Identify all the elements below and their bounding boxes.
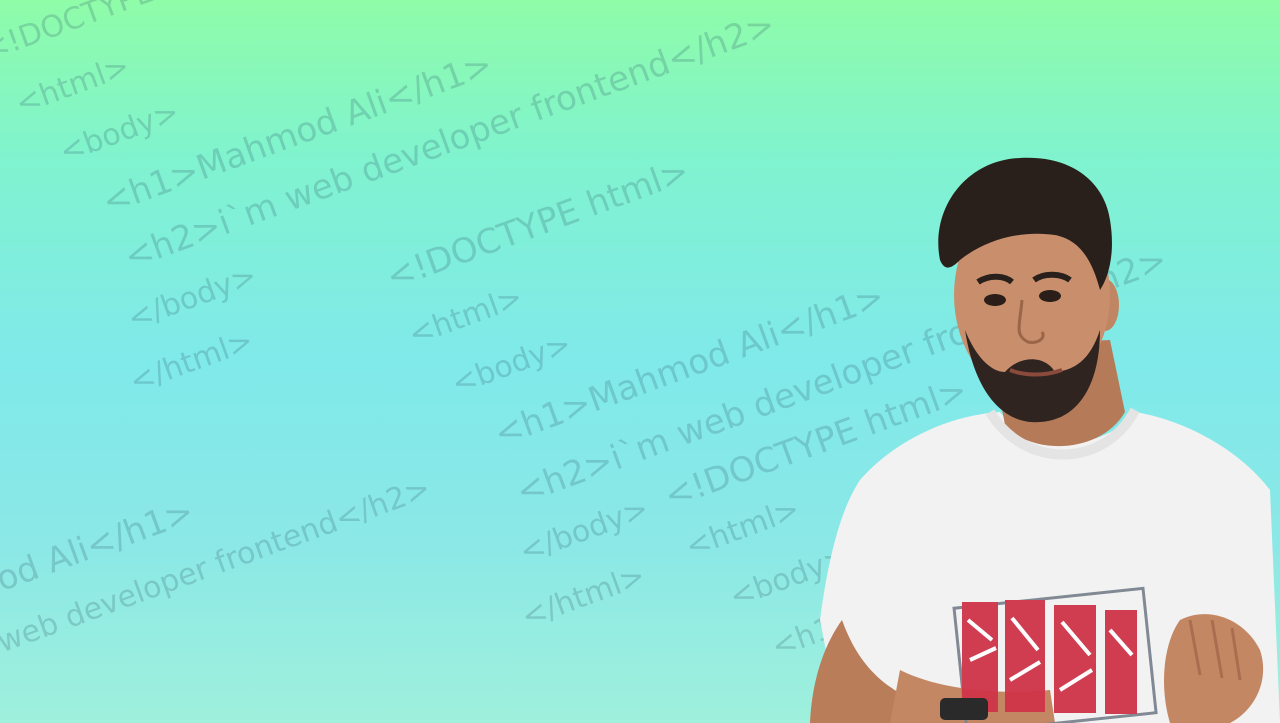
code-text-html-close: </html>	[124, 323, 258, 401]
portrait-photo	[810, 157, 1280, 723]
code-text-body-open: <body>	[54, 94, 184, 171]
code-text-body-open-2: <body>	[446, 326, 576, 403]
code-text-html-open: <html>	[10, 48, 135, 123]
hero-background: <!DOCTYPE html> <html> <body> <h1>Mahmod…	[0, 0, 1280, 723]
wrist-watch	[940, 698, 988, 720]
code-text-doctype-mid: <!DOCTYPE html>	[380, 151, 695, 298]
code-text-doctype-top: <!DOCTYPE html>	[0, 0, 256, 69]
code-text-html-close-2: </html>	[516, 558, 650, 636]
code-text-html-open-2: <html>	[403, 279, 528, 354]
